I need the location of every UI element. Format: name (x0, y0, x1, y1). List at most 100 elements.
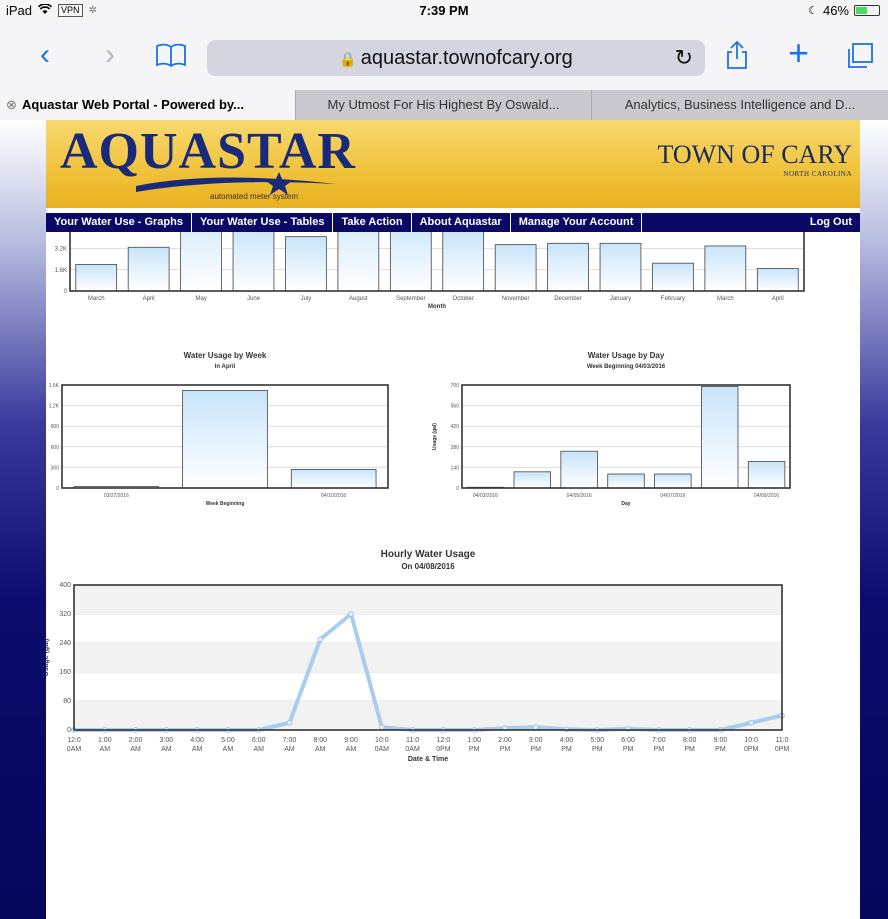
x-tick-label: AM (346, 746, 357, 753)
y-tick-label: 600 (51, 445, 60, 451)
tab-aquastar[interactable]: ⊗ Aquastar Web Portal - Powered by... (0, 90, 296, 120)
x-tick-label: 2:00 (498, 737, 512, 744)
x-tick-label: PM (715, 746, 726, 753)
x-tick-label: PM (623, 746, 634, 753)
grid-band (74, 701, 782, 730)
tab-strip: ⊗ Aquastar Web Portal - Powered by... My… (0, 90, 888, 120)
x-tick-label: 12:0 (67, 737, 81, 744)
data-point (317, 636, 324, 643)
x-axis-label: Date & Time (408, 756, 448, 763)
x-axis-label: Day (621, 501, 630, 507)
y-tick-label: 0 (56, 486, 59, 492)
nav-about[interactable]: About Aquastar (412, 213, 511, 232)
y-tick-label: 1.6K (55, 268, 67, 274)
lock-icon: 🔒 (339, 51, 357, 67)
x-tick-label: February (661, 296, 685, 302)
site-header: AQUASTAR automated meter system TOWN OF … (46, 120, 860, 208)
x-tick-label: 9:00 (344, 737, 358, 744)
logout-link[interactable]: Log Out (802, 213, 860, 232)
y-tick-label: 3.2K (55, 247, 67, 253)
x-tick-label: AM (100, 746, 111, 753)
data-point (348, 611, 354, 617)
close-tab-icon[interactable]: ⊗ (6, 90, 17, 120)
x-axis-label: Month (428, 304, 446, 310)
bookmarks-icon[interactable] (155, 42, 187, 74)
forward-icon[interactable]: › (105, 40, 115, 70)
x-tick-label: PM (592, 746, 603, 753)
x-tick-label: 3:00 (160, 737, 174, 744)
x-tick-label: 10:0 (744, 737, 758, 744)
y-tick-label: 420 (451, 424, 460, 430)
tab-analytics[interactable]: Analytics, Business Intelligence and D..… (592, 90, 888, 120)
status-bar: iPad VPN ✲ 7:39 PM ☾ 46% (0, 0, 888, 22)
bar (599, 242, 642, 292)
chart-title: Hourly Water Usage (381, 549, 476, 560)
y-tick-label: 1.5K (49, 383, 60, 389)
y-tick-label: 240 (59, 640, 71, 647)
new-tab-icon[interactable]: + (788, 35, 809, 71)
north-carolina-label: NORTH CAROLINA (783, 170, 852, 178)
tab-label: My Utmost For His Highest By Oswald... (327, 97, 560, 112)
nav-tables[interactable]: Your Water Use - Tables (192, 213, 334, 232)
x-tick-label: 0AM (67, 746, 82, 753)
x-tick-label: 4:00 (190, 737, 204, 744)
x-tick-label: AM (192, 746, 203, 753)
grid-band (74, 585, 782, 614)
data-point (748, 719, 755, 726)
x-tick-label: 04/09/2016 (754, 493, 779, 499)
y-tick-label: 700 (451, 383, 460, 389)
bar (494, 244, 537, 292)
back-icon[interactable]: ‹ (40, 40, 50, 70)
tab-utmost[interactable]: My Utmost For His Highest By Oswald... (296, 90, 592, 120)
x-tick-label: 5:00 (590, 737, 604, 744)
x-tick-label: June (247, 296, 261, 302)
y-tick-label: 300 (51, 465, 60, 471)
x-tick-label: May (195, 296, 206, 302)
bar (180, 232, 222, 292)
chart-subtitle: Week Beginning 04/03/2016 (587, 364, 666, 370)
main-nav: Your Water Use - Graphs Your Water Use -… (46, 213, 860, 232)
x-tick-label: 11:0 (406, 737, 419, 744)
x-tick-label: 04/07/2016 (660, 493, 685, 499)
share-icon[interactable] (725, 40, 749, 76)
chart-title: Water Usage by Day (588, 351, 665, 360)
x-tick-label: November (502, 296, 530, 302)
x-tick-label: 0AM (405, 746, 420, 753)
x-tick-label: 03/27/2016 (104, 493, 129, 499)
data-point (532, 724, 539, 731)
bar (75, 264, 118, 292)
x-tick-label: 11:0 (775, 737, 788, 744)
logo-subtitle: automated meter system (210, 192, 299, 201)
tab-label: Aquastar Web Portal - Powered by... (22, 97, 245, 112)
address-bar[interactable]: 🔒 aquastar.townofcary.org ↻ (207, 40, 705, 76)
x-tick-label: 6:00 (621, 737, 635, 744)
x-tick-label: 3:00 (529, 737, 543, 744)
y-tick-label: 1.2K (49, 404, 60, 410)
nav-take-action[interactable]: Take Action (333, 213, 412, 232)
x-tick-label: PM (469, 746, 480, 753)
bar (756, 268, 799, 292)
battery-icon (854, 5, 880, 16)
nav-graphs[interactable]: Your Water Use - Graphs (46, 213, 192, 232)
x-tick-label: 0PM (775, 746, 790, 753)
nav-manage-account[interactable]: Manage Your Account (511, 213, 643, 232)
x-tick-label: 12:0 (437, 737, 451, 744)
x-tick-label: PM (500, 746, 511, 753)
tabs-icon[interactable] (845, 42, 875, 76)
x-tick-label: December (554, 296, 582, 302)
x-tick-label: PM (654, 746, 665, 753)
y-tick-label: 320 (59, 611, 71, 618)
reload-icon[interactable]: ↻ (675, 40, 693, 76)
chart-subtitle: On 04/08/2016 (401, 562, 455, 571)
x-tick-label: January (610, 296, 631, 302)
plot-frame (461, 384, 791, 489)
y-tick-label: 160 (59, 669, 71, 676)
y-tick-label: 560 (451, 404, 460, 410)
bar (285, 236, 327, 292)
x-axis-label: Week Beginning (206, 501, 245, 507)
x-tick-label: 5:00 (221, 737, 235, 744)
x-tick-label: AM (130, 746, 141, 753)
y-axis-label: Usage (gal) (46, 639, 50, 677)
chart-subtitle: In April (215, 364, 236, 370)
x-tick-label: 0PM (744, 746, 759, 753)
